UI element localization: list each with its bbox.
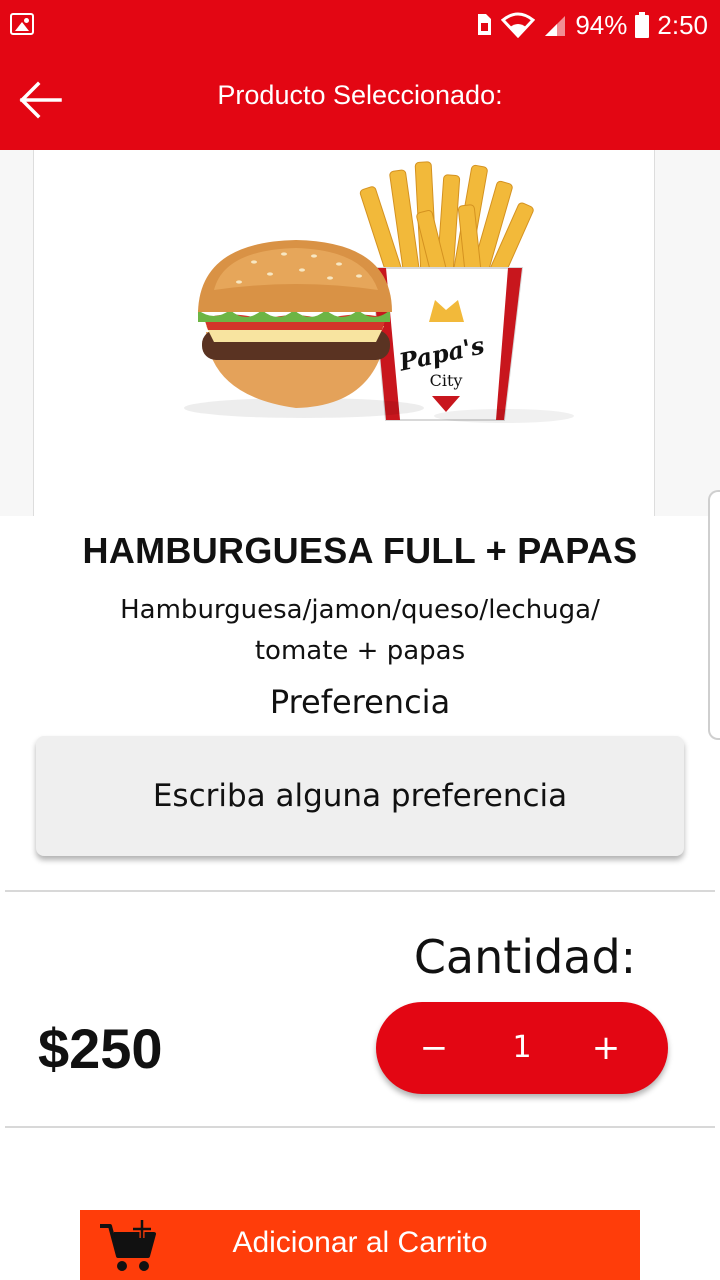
product-name: HAMBURGUESA FULL + PAPAS	[82, 530, 638, 571]
status-bar: 94% 2:50	[0, 0, 720, 50]
battery-icon	[635, 12, 650, 38]
wifi-icon	[501, 12, 536, 38]
product-image-frame: Papa's City	[33, 150, 655, 516]
signal-icon	[543, 13, 567, 37]
increase-quantity-button[interactable]: +	[576, 1018, 636, 1078]
add-to-cart-label: Adicionar al Carrito	[232, 1226, 488, 1259]
sim-icon	[475, 13, 493, 37]
battery-percent: 94%	[575, 9, 628, 40]
product-description: Hamburguesa/jamon/queso/lechuga/ tomate …	[120, 595, 600, 666]
preference-input[interactable]	[36, 736, 684, 856]
product-image-area: Papa's City	[0, 150, 720, 516]
page-title: Producto Seleccionado:	[217, 80, 503, 110]
clock: 2:50	[657, 9, 708, 40]
quantity-value: 1	[512, 1030, 532, 1065]
brand-logo-city: City	[430, 371, 463, 390]
quantity-stepper: − 1 +	[376, 1002, 668, 1094]
product-price: $250	[38, 1017, 163, 1080]
gallery-notification-icon	[10, 13, 34, 35]
app-bar: Producto Seleccionado:	[0, 50, 720, 150]
add-to-cart-button[interactable]: Adicionar al Carrito	[80, 1210, 640, 1280]
divider	[5, 890, 715, 892]
decrease-quantity-button[interactable]: −	[404, 1018, 464, 1078]
product-image: Papa's City	[34, 150, 654, 516]
preference-label: Preferencia	[269, 683, 451, 721]
divider	[5, 1126, 715, 1128]
status-indicators: 94% 2:50	[475, 8, 708, 42]
quantity-label: Cantidad:	[413, 930, 637, 984]
